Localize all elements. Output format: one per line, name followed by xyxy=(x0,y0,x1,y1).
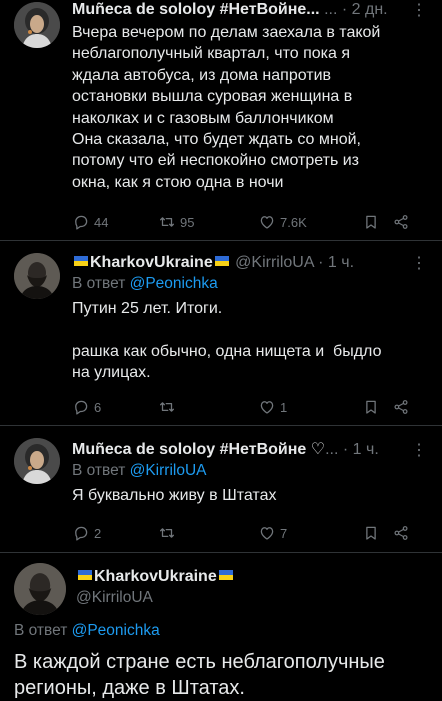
heart-emoji: ♡ xyxy=(310,441,326,458)
bookmark-button[interactable] xyxy=(362,398,392,416)
avatar[interactable] xyxy=(14,563,66,615)
action-bar: 6 1 xyxy=(72,396,428,418)
ukraine-flag xyxy=(218,570,233,580)
share-button[interactable] xyxy=(392,524,410,542)
reply-button[interactable]: 2 xyxy=(72,524,158,542)
reply-icon xyxy=(72,524,90,542)
retweet-icon xyxy=(158,524,176,542)
avatar-image xyxy=(14,2,60,48)
reply-icon xyxy=(72,398,90,416)
retweet-icon xyxy=(158,213,176,231)
like-icon xyxy=(258,213,276,231)
author-name[interactable]: KharkovUkraine xyxy=(94,568,217,585)
tweet-header: KharkovUkraine @KirriloUA · 1 ч. xyxy=(72,253,432,273)
reply-prefix: В ответ xyxy=(72,462,126,479)
tweet-text: Вчера вечером по делам заехала в такой н… xyxy=(72,24,381,191)
action-bar: 2 7 xyxy=(72,522,428,544)
like-count: 7 xyxy=(280,525,288,541)
author-handle[interactable]: @KirriloUA xyxy=(235,254,313,271)
tweet[interactable]: KharkovUkraine @KirriloUA · 1 ч. В ответ… xyxy=(0,241,442,421)
reply-context: В ответ @Peonichka xyxy=(72,273,432,294)
bookmark-button[interactable] xyxy=(362,524,392,542)
avatar-image xyxy=(14,563,66,615)
share-button[interactable] xyxy=(392,213,410,231)
timestamp[interactable]: · 1 ч. xyxy=(318,254,354,271)
like-icon xyxy=(258,524,276,542)
like-button[interactable]: 1 xyxy=(258,398,362,416)
reply-count: 2 xyxy=(94,525,102,541)
handle-truncation: ... xyxy=(324,1,338,18)
like-count: 7.6K xyxy=(280,214,307,230)
reply-prefix: В ответ xyxy=(14,622,68,639)
action-bar: 44 95 7.6K xyxy=(72,211,428,233)
tweet-text: Я буквально живу в Штатах xyxy=(72,487,277,504)
tweet[interactable]: Muñeca de sololoy #НетВойне ♡... · 1 ч. … xyxy=(0,426,442,551)
reply-button[interactable]: 44 xyxy=(72,213,158,231)
reply-to-link[interactable]: @KirriloUA xyxy=(130,462,207,479)
retweet-icon xyxy=(158,398,176,416)
tweet-text: В каждой стране есть неблагополучные рег… xyxy=(14,651,385,699)
tweet-text: Путин 25 лет. Итоги. рашка как обычно, о… xyxy=(72,300,382,382)
ukraine-flag xyxy=(214,256,229,266)
like-button[interactable]: 7 xyxy=(258,524,362,542)
reply-count: 6 xyxy=(94,399,102,415)
reply-context: В ответ @KirriloUA xyxy=(72,460,432,481)
tweet-header: Muñeca de sololoy #НетВойне... ... · 2 д… xyxy=(72,0,432,20)
avatar[interactable] xyxy=(14,438,60,484)
reply-icon xyxy=(72,213,90,231)
like-icon xyxy=(258,398,276,416)
handle-truncation: ... xyxy=(325,441,339,458)
reply-context: В ответ @Peonichka xyxy=(14,620,160,641)
bookmark-icon xyxy=(362,213,380,231)
reply-to-link[interactable]: @Peonichka xyxy=(72,622,160,639)
ukraine-flag xyxy=(74,256,88,266)
share-icon xyxy=(392,398,410,416)
bookmark-icon xyxy=(362,524,380,542)
timestamp[interactable]: · 2 дн. xyxy=(342,1,388,18)
bookmark-icon xyxy=(362,398,380,416)
author-name[interactable]: Muñeca de sololoy #НетВойне... xyxy=(72,1,320,18)
ukraine-flag xyxy=(78,570,92,580)
tweet-header: Muñeca de sololoy #НетВойне ♡... · 1 ч. xyxy=(72,440,432,460)
reply-button[interactable]: 6 xyxy=(72,398,158,416)
retweet-button[interactable] xyxy=(158,398,258,416)
reply-prefix: В ответ xyxy=(72,275,126,292)
more-icon[interactable]: ⋮ xyxy=(411,253,428,273)
share-button[interactable] xyxy=(392,398,410,416)
retweet-button[interactable]: 95 xyxy=(158,213,258,231)
avatar-image xyxy=(14,253,60,299)
tweet[interactable]: Muñeca de sololoy #НетВойне... ... · 2 д… xyxy=(0,0,442,236)
reply-count: 44 xyxy=(94,214,109,230)
avatar[interactable] xyxy=(14,2,60,48)
like-count: 1 xyxy=(280,399,288,415)
tweet-header: KharkovUkraine xyxy=(76,567,432,587)
author-handle[interactable]: @KirriloUA xyxy=(76,587,432,608)
author-name[interactable]: Muñeca de sololoy #НетВойне xyxy=(72,441,306,458)
like-button[interactable]: 7.6K xyxy=(258,213,362,231)
reply-to-link[interactable]: @Peonichka xyxy=(130,275,218,292)
timestamp[interactable]: · 1 ч. xyxy=(343,441,379,458)
author-name[interactable]: KharkovUkraine xyxy=(90,254,213,271)
share-icon xyxy=(392,213,410,231)
avatar[interactable] xyxy=(14,253,60,299)
bookmark-button[interactable] xyxy=(362,213,392,231)
focused-tweet[interactable]: KharkovUkraine @KirriloUA В ответ @Peoni… xyxy=(0,553,442,700)
retweet-button[interactable] xyxy=(158,524,258,542)
avatar-image xyxy=(14,438,60,484)
share-icon xyxy=(392,524,410,542)
more-icon[interactable]: ⋮ xyxy=(411,0,428,20)
more-icon[interactable]: ⋮ xyxy=(411,440,428,460)
retweet-count: 95 xyxy=(180,214,195,230)
